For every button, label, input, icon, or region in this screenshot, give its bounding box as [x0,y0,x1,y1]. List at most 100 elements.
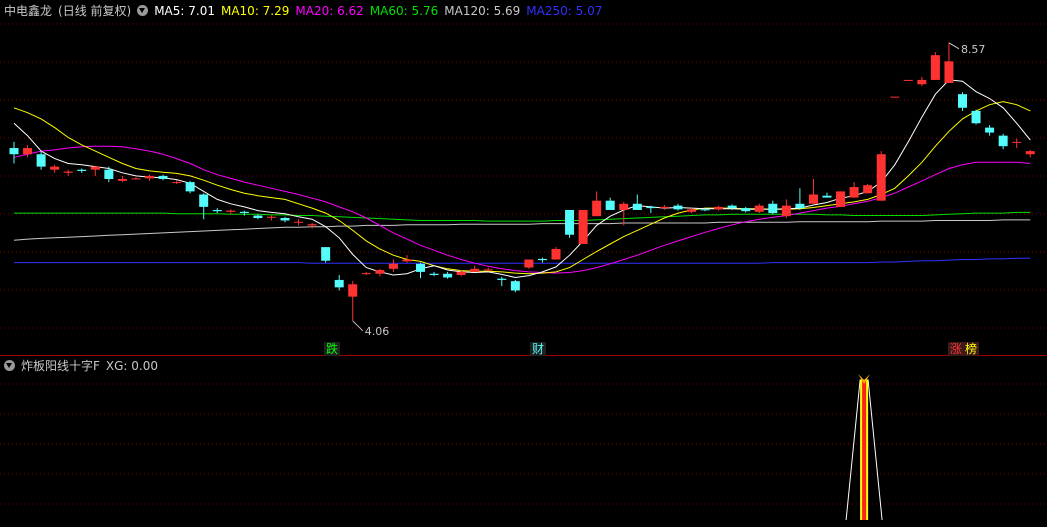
stock-name: 中电鑫龙 [4,4,53,18]
candle-body [754,205,764,212]
candle-body [158,175,168,179]
candle-body [795,203,805,209]
period-label: (日线 前复权) [58,4,132,18]
candle-body [985,127,995,133]
candle-body [294,221,304,223]
candle-body [334,279,344,288]
candle-body [836,191,846,207]
event-marker-zhang[interactable]: 涨 [948,342,965,356]
ma120-line [13,219,1031,241]
ma-legend-3: MA60: 5.76 [369,4,439,18]
xg-signal-core [862,380,867,520]
candle-body [551,248,561,260]
xg-legend-0: XG: 0.00 [105,359,159,373]
low-price-label: 4.06 [365,325,390,338]
candle-body [687,209,696,212]
kline-chart[interactable]: 4.06 8.57 [0,0,1047,527]
candle-body [646,206,656,209]
candle-body [632,203,642,210]
ma-legend-0: MA5: 7.01 [154,4,215,18]
candle-body [930,55,940,80]
candle-body [700,209,710,211]
candle-body [971,110,981,124]
candle-body [348,284,358,297]
candle-body [266,216,276,218]
candle-body [63,171,73,173]
candle-body [23,148,33,155]
candle-body [998,135,1008,147]
ma60-line [14,211,1031,222]
candle-body [429,273,439,275]
candle-body [578,209,588,245]
candle-body [822,195,832,198]
candle-body [768,203,778,214]
candle-body [145,175,154,179]
candle-body [470,268,480,272]
candle-body [592,200,602,217]
event-marker-cai[interactable]: 财 [530,342,547,356]
ma-legend-2: MA20: 6.62 [295,4,364,18]
candle-body [1025,151,1035,155]
candle-body [876,154,886,201]
candle-body [104,169,114,179]
candle-body [280,218,290,221]
candle-body [605,200,615,210]
candle-body [402,259,412,262]
chevron-down-icon[interactable] [4,360,15,371]
candle-body [117,179,127,181]
candle-body [456,271,466,275]
candle-body [483,269,493,271]
candle-body [239,211,249,214]
sub-chart-header: 炸板阳线十字F XG: 0.00 [4,357,170,375]
candle-body [226,210,236,212]
low-price-label-leader [352,320,364,332]
candle-body [903,79,913,81]
candle-body [388,263,398,269]
candle-body [510,281,520,291]
candle-body [36,154,46,167]
candle-body [1012,141,1022,143]
candle-body [321,247,331,261]
candle-body [375,270,385,274]
ma-legend-4: MA120: 5.69 [444,4,521,18]
event-marker-bang[interactable]: 榜 [963,342,980,356]
candle-body [77,169,87,171]
candle-body [90,166,100,170]
candle-body [863,185,873,194]
candle-body [890,96,900,98]
candle-body [524,259,534,268]
candle-body [781,205,791,217]
main-chart-header: 中电鑫龙 (日线 前复权) MA5: 7.01 MA10: 7.29 MA20: 6.6… [4,2,614,20]
candle-body [212,209,222,212]
candle-body [497,278,507,280]
indicator-name: 炸板阳线十字F [21,359,100,373]
high-price-label: 8.57 [961,43,986,56]
candle-body [659,206,669,209]
candle-body [727,205,737,209]
candle-body [361,273,371,275]
ma-legend-1: MA10: 7.29 [220,4,290,18]
candle-body [307,224,317,226]
candle-body [808,194,818,204]
candle-body [443,273,453,278]
candle-body [958,94,967,108]
candle-body [199,194,209,207]
candle-body [537,258,547,261]
candle-body [9,148,19,155]
candle-body [714,206,724,210]
candle-body [185,182,195,192]
candle-body [172,182,182,184]
candle-body [619,203,629,210]
candle-body [741,208,751,212]
candle-body [849,187,859,198]
candle-body [416,263,425,272]
candle-body [565,209,575,235]
high-price-label-leader [948,42,960,50]
chevron-down-icon[interactable] [137,5,149,16]
candle-body [131,178,141,180]
candle-body [944,61,954,84]
ma250-line [14,257,1031,264]
event-marker-die[interactable]: 跌 [324,342,341,356]
candle-body [673,205,683,210]
candle-body [253,215,263,219]
